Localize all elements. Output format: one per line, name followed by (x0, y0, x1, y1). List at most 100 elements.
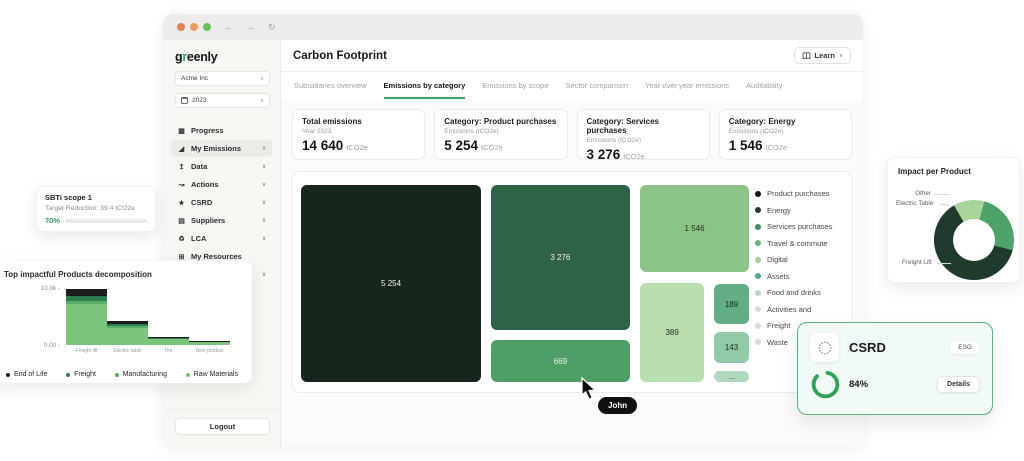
traffic-light-maximize-icon[interactable] (203, 23, 211, 31)
legend-item[interactable]: Services purchases (755, 222, 832, 231)
legend-dot (6, 373, 10, 377)
calendar-icon (181, 97, 188, 104)
bar-segment (189, 342, 230, 345)
y-tick-top: 10.0k - (30, 285, 60, 292)
grid-icon: ⊞ (177, 253, 186, 261)
stat-card: Category: Product purchasesEmissions (tC… (434, 109, 567, 160)
legend-dot (755, 207, 761, 213)
learn-button[interactable]: Learn ∨ (794, 47, 851, 64)
legend-label: Manufacturing (123, 371, 167, 378)
legend-dot (66, 373, 70, 377)
legend-label: End of Life (14, 371, 47, 378)
bar-x-label: Freight lift (76, 348, 98, 354)
donut-connector-line (940, 204, 948, 205)
tab-subsidiaries-overview[interactable]: Subsidiaries overview (294, 72, 367, 99)
treemap-block[interactable]: ... (714, 371, 749, 382)
legend-item[interactable]: Travel & commute (755, 239, 832, 248)
chevron-down-icon: ∨ (262, 272, 266, 278)
legend-item[interactable]: Food and drinks (755, 288, 832, 297)
sidebar-item-progress[interactable]: ▦Progress (171, 122, 272, 139)
legend-item[interactable]: Digital (755, 255, 832, 264)
legend-item[interactable]: Product purchases (755, 189, 832, 198)
treemap-block[interactable]: 3 276 (491, 185, 630, 330)
chart-icon: ◢ (177, 145, 186, 153)
legend-item[interactable]: Energy (755, 206, 832, 215)
content-area: Total emissionsYear 202314 640tCO2eCateg… (281, 99, 863, 447)
traffic-light-close-icon[interactable] (177, 23, 185, 31)
browser-chrome: ← → ↻ (163, 14, 863, 40)
sbti-progress-label: 70% (45, 216, 60, 225)
details-button[interactable]: Details (937, 376, 980, 393)
cursor-arrow-icon (580, 377, 602, 401)
donut-label-other: Other (915, 190, 931, 197)
stat-unit: tCO2e (766, 143, 788, 152)
legend-label: Raw Materials (194, 371, 238, 378)
sidebar-item-data[interactable]: ↥Data∨ (171, 158, 272, 175)
bar-freight-lift[interactable]: Freight lift (66, 289, 107, 345)
chevron-down-icon: ∨ (260, 76, 264, 82)
browser-body: greenly Acme Inc ∨ 2023 ∨ ▦Progress◢My E… (163, 40, 863, 447)
sidebar-item-label: My Resources (191, 252, 266, 261)
recycle-icon: ♻ (177, 235, 186, 243)
company-select[interactable]: Acme Inc ∨ (175, 71, 270, 86)
stat-value: 5 254tCO2e (444, 138, 557, 153)
back-icon[interactable]: ← (224, 22, 233, 32)
year-select-value: 2023 (192, 97, 256, 104)
tab-emissions-by-scope[interactable]: Emissions by scope (482, 72, 548, 99)
bar-tire[interactable]: Tire (148, 289, 189, 345)
treemap-block[interactable]: 389 (640, 283, 704, 382)
stat-title: Category: Services purchases (587, 117, 700, 135)
emissions-chart-panel: 5 2543 276 669 1 546 389 189 143... Product p… (292, 171, 852, 393)
legend-label: Freight (74, 371, 96, 378)
treemap-block[interactable]: 5 254 (301, 185, 481, 382)
tab-auditability[interactable]: Auditability (746, 72, 782, 99)
legend-label: Activities and (767, 305, 811, 314)
stat-title: Category: Product purchases (444, 117, 557, 126)
stat-subtitle: Year 2023 (302, 128, 415, 135)
sidebar-item-actions[interactable]: ↝Actions∨ (171, 176, 272, 193)
company-select-value: Acme Inc (181, 75, 256, 82)
bar-electric-table[interactable]: Electric table (107, 289, 148, 345)
tab-sector-comparison[interactable]: Sector comparison (566, 72, 629, 99)
stat-card: Total emissionsYear 202314 640tCO2e (292, 109, 425, 160)
forward-icon[interactable]: → (246, 22, 255, 32)
browser-window: ← → ↻ greenly Acme Inc ∨ 2023 ∨ ▦Progres… (163, 14, 863, 447)
stat-unit: tCO2e (481, 143, 503, 152)
donut-label-freight-lift: Freight Lift (902, 259, 932, 266)
legend-item[interactable]: Assets (755, 272, 832, 281)
sidebar-item-lca[interactable]: ♻ LCA ∨ (171, 230, 272, 247)
chevron-down-icon: ∨ (262, 236, 266, 242)
sidebar-item-my-emissions[interactable]: ◢My Emissions∨ (171, 140, 272, 157)
legend-item: Freight (66, 371, 96, 378)
products-chart-legend: End of Life Freight Manufacturing Raw Mater… (4, 371, 240, 378)
bar-new-product[interactable]: New product (189, 289, 230, 345)
sidebar-item-suppliers[interactable]: ▤Suppliers∨ (171, 212, 272, 229)
year-select[interactable]: 2023 ∨ (175, 93, 270, 108)
logout-button[interactable]: Logout (175, 418, 270, 435)
treemap-block[interactable]: 189 (714, 284, 749, 324)
tab-emissions-by-category[interactable]: Emissions by category (384, 72, 466, 99)
bar-segment (66, 304, 107, 345)
stat-title: Category: Energy (729, 117, 842, 126)
chevron-down-icon: ∨ (260, 98, 264, 104)
legend-dot (755, 323, 761, 329)
bar-segment (107, 328, 148, 345)
stat-value: 1 546tCO2e (729, 138, 842, 153)
refresh-icon[interactable]: ↻ (268, 22, 276, 33)
treemap-block[interactable]: 1 546 (640, 185, 749, 272)
treemap-block[interactable]: 669 (491, 340, 630, 382)
sidebar-item-label: LCA (191, 234, 257, 243)
legend-label: Energy (767, 206, 791, 215)
sidebar-item-csrd[interactable]: ★CSRD∨ (171, 194, 272, 211)
treemap-block[interactable]: 143 (714, 332, 749, 363)
legend-dot (186, 373, 190, 377)
stat-value: 3 276tCO2e (587, 147, 700, 162)
legend-label: Digital (767, 255, 788, 264)
legend-item[interactable]: Activities and (755, 305, 832, 314)
sidebar-item-label: CSRD (191, 198, 257, 207)
products-chart-title: Top impactful Products decomposition (4, 270, 240, 279)
page-title: Carbon Footprint (293, 50, 794, 62)
tab-year-over-year-emissions[interactable]: Year over year emissions (645, 72, 729, 99)
traffic-light-minimize-icon[interactable] (190, 23, 198, 31)
sbti-subtitle: Target Reduction: 39.4 tCO2e (45, 205, 147, 212)
